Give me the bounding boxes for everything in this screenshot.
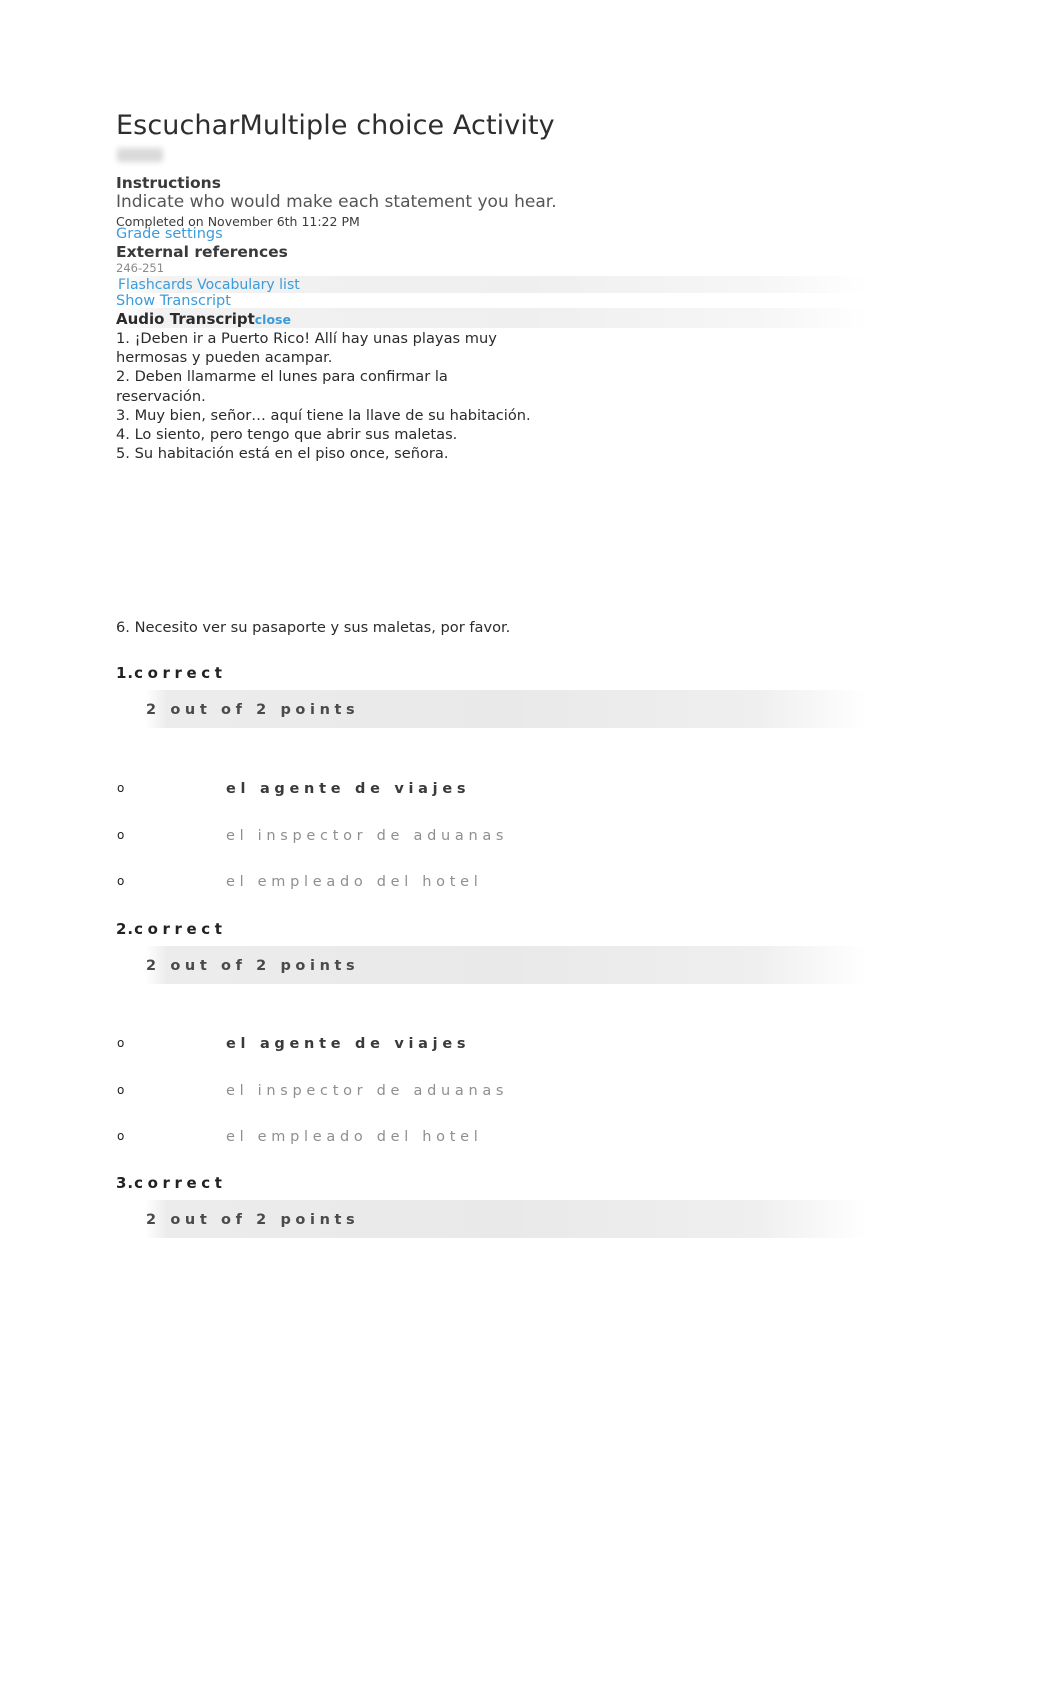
question-heading: 1.correct	[116, 664, 227, 682]
transcript-body: 1. ¡Deben ir a Puerto Rico! Allí hay una…	[116, 329, 536, 463]
redacted-block	[117, 148, 163, 162]
radio-bullet-icon: o	[117, 1083, 125, 1097]
answer-option-label: el empleado del hotel	[226, 874, 483, 890]
answer-option[interactable]: o el agente de viajes	[0, 1036, 1062, 1060]
answer-option-label: el inspector de aduanas	[226, 828, 509, 844]
question-points: 2 out of 2 points	[146, 702, 360, 718]
audio-transcript-label: Audio Transcript	[116, 310, 255, 328]
show-transcript-link[interactable]: Show Transcript	[116, 293, 231, 309]
vocabulary-list-link[interactable]: Vocabulary list	[197, 277, 300, 293]
question-points: 2 out of 2 points	[146, 1212, 360, 1228]
question-number: 1.	[116, 664, 135, 682]
transcript-line: 5. Su habitación está en el piso once, s…	[116, 445, 449, 463]
question-status: correct	[134, 1174, 227, 1192]
grade-settings-link[interactable]: Grade settings	[116, 226, 223, 242]
transcript-line: 2. Deben llamarme el lunes para confirma…	[116, 368, 448, 405]
question-status: correct	[134, 664, 227, 682]
close-transcript-link[interactable]: close	[255, 312, 291, 327]
transcript-line: 3. Muy bien, señor… aquí tiene la llave …	[116, 406, 531, 424]
answer-option-label: el empleado del hotel	[226, 1129, 483, 1145]
external-reference-links: Flashcards Vocabulary list	[118, 277, 300, 293]
question-points: 2 out of 2 points	[146, 958, 360, 974]
external-references-heading: External references	[116, 243, 288, 261]
flashcards-link[interactable]: Flashcards	[118, 277, 193, 293]
question-heading: 2.correct	[116, 920, 227, 938]
radio-bullet-icon: o	[117, 781, 125, 795]
page-title: EscucharMultiple choice Activity	[116, 110, 555, 141]
answer-option-label: el agente de viajes	[226, 781, 471, 797]
external-references-pages: 246-251	[116, 261, 165, 275]
activity-page: EscucharMultiple choice Activity Instruc…	[0, 0, 1062, 1700]
transcript-line: 1. ¡Deben ir a Puerto Rico! Allí hay una…	[116, 330, 497, 367]
transcript-line: 6. Necesito ver su pasaporte y sus malet…	[116, 619, 511, 636]
answer-option[interactable]: o el agente de viajes	[0, 781, 1062, 805]
question-heading: 3.correct	[116, 1174, 227, 1192]
answer-option-label: el agente de viajes	[226, 1036, 471, 1052]
radio-bullet-icon: o	[117, 874, 125, 888]
answer-option[interactable]: o el empleado del hotel	[0, 1129, 1062, 1153]
answer-option[interactable]: o el inspector de aduanas	[0, 1083, 1062, 1107]
radio-bullet-icon: o	[117, 828, 125, 842]
question-status: correct	[134, 920, 227, 938]
answer-option-label: el inspector de aduanas	[226, 1083, 509, 1099]
answer-option[interactable]: o el inspector de aduanas	[0, 828, 1062, 852]
question-number: 3.	[116, 1174, 135, 1192]
instructions-heading: Instructions	[116, 174, 221, 192]
answer-option[interactable]: o el empleado del hotel	[0, 874, 1062, 898]
transcript-line: 4. Lo siento, pero tengo que abrir sus m…	[116, 426, 458, 444]
question-number: 2.	[116, 920, 135, 938]
audio-transcript-heading: Audio Transcriptclose	[116, 310, 291, 328]
radio-bullet-icon: o	[117, 1036, 125, 1050]
instructions-text: Indicate who would make each statement y…	[116, 192, 557, 212]
radio-bullet-icon: o	[117, 1129, 125, 1143]
